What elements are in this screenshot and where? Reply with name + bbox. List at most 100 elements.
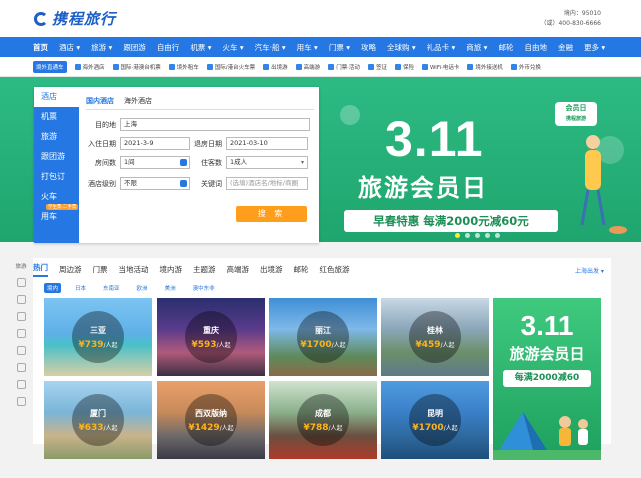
guests-select[interactable]: 1成人 ▾ <box>226 156 308 169</box>
hero-banner-art[interactable]: 会员日 携程旅游 3.11 旅游会员日 早春特惠 每满2000元减60元 <box>330 90 630 240</box>
subnav-intl-train[interactable]: 国际/港台火车票 <box>206 63 255 71</box>
region-oceania-me-africa[interactable]: 澳中东非 <box>190 283 218 293</box>
carousel-dot[interactable] <box>465 233 470 238</box>
member-day-ad[interactable]: 3.11 旅游会员日 每满2000减60 <box>493 298 601 460</box>
subnav-car-rental[interactable]: 境外租车 <box>168 63 199 71</box>
destination-name: 三亚 <box>90 326 106 335</box>
tab-group-tour[interactable]: 跟团游 <box>34 147 79 167</box>
tab-package[interactable]: 打包订 <box>34 167 79 187</box>
car-icon[interactable] <box>16 312 26 321</box>
search-panel: 酒店 机票 旅游 跟团游 打包订 火车 用车 学生票·二手票 国内酒店 海外酒店… <box>34 87 319 243</box>
nav-train[interactable]: 火车 ▾ <box>222 42 243 53</box>
carousel-dot[interactable] <box>495 233 500 238</box>
checkout-input[interactable]: 2021-03-10 <box>226 137 308 150</box>
camera-icon[interactable] <box>16 363 26 372</box>
destination-input[interactable]: 上海 <box>120 118 310 131</box>
subnav-outbound-tour[interactable]: 出境游 <box>263 63 288 71</box>
tab-car[interactable]: 用车 <box>34 207 79 227</box>
subnav-wifi[interactable]: WiFi·电话卡 <box>421 63 459 71</box>
location-icon[interactable] <box>16 329 26 338</box>
region-europe[interactable]: 欧洲 <box>134 283 151 293</box>
tab-hot[interactable]: 热门 <box>33 262 48 277</box>
nav-free-travel[interactable]: 自由行 <box>157 42 180 53</box>
banner-title: 旅游会员日 <box>358 174 488 202</box>
grid-icon[interactable] <box>16 380 26 389</box>
nav-group-tour[interactable]: 跟团游 <box>123 42 146 53</box>
subnav-overseas-hotel[interactable]: 海外酒店 <box>74 63 105 71</box>
destination-card[interactable]: 西双版纳 ¥1429/人起 <box>157 381 265 459</box>
tab-premium[interactable]: 高端游 <box>227 264 250 275</box>
suitcase-icon[interactable] <box>16 397 26 406</box>
nav-car[interactable]: 用车 ▾ <box>297 42 318 53</box>
checkin-input[interactable]: 2021-3-9 <box>120 137 190 150</box>
destination-card[interactable]: 昆明 ¥1700/人起 <box>381 381 489 459</box>
rooms-select[interactable]: 1间 <box>120 156 190 169</box>
tab-outbound[interactable]: 出境游 <box>260 264 283 275</box>
region-japan[interactable]: 日本 <box>72 283 89 293</box>
carousel-dot[interactable] <box>455 233 460 238</box>
top-header: 携程旅行 境内：95010 （或）400-830-6666 <box>0 0 641 37</box>
dropdown-arrow-icon <box>180 159 187 166</box>
tab-flights[interactable]: 机票 <box>34 107 79 127</box>
rooms-label: 房间数 <box>95 158 116 167</box>
ticket-icon <box>328 63 335 70</box>
tab-domestic-hotel[interactable]: 国内酒店 <box>86 96 114 106</box>
nav-free-place[interactable]: 自由地 <box>524 42 547 53</box>
tab-tickets[interactable]: 门票 <box>93 264 108 275</box>
nav-home[interactable]: 首页 <box>33 42 48 53</box>
destination-card[interactable]: 三亚 ¥739/人起 <box>44 298 152 376</box>
tab-theme[interactable]: 主题游 <box>193 264 216 275</box>
subnav-currency[interactable]: 外币兑换 <box>510 63 541 71</box>
subnav-airport-transfer[interactable]: 境外接送机 <box>467 63 503 71</box>
region-domestic[interactable]: 境内 <box>44 283 62 293</box>
guests-label: 住客数 <box>201 158 222 167</box>
nav-guides[interactable]: 攻略 <box>361 42 376 53</box>
sidebar-label: 旅游 <box>15 264 27 270</box>
plane-icon[interactable] <box>16 295 26 304</box>
destination-card[interactable]: 厦门 ¥633/人起 <box>44 381 152 459</box>
tab-travel[interactable]: 旅游 <box>34 127 79 147</box>
nav-global-shop[interactable]: 全球购 ▾ <box>387 42 416 53</box>
carousel-dot[interactable] <box>485 233 490 238</box>
keyword-input[interactable]: (选填)酒店名/地标/商圈 <box>226 177 308 190</box>
plane-icon <box>112 63 119 70</box>
destination-card[interactable]: 桂林 ¥459/人起 <box>381 298 489 376</box>
subnav-tickets[interactable]: 门票·活动 <box>328 63 360 71</box>
subnav-visa[interactable]: 签证 <box>367 63 387 71</box>
hotel-icon[interactable] <box>16 278 26 287</box>
train-student-badge: 学生票·二手票 <box>46 204 79 210</box>
nav-gift-card[interactable]: 礼品卡 ▾ <box>427 42 456 53</box>
tab-cruise[interactable]: 邮轮 <box>294 264 309 275</box>
tab-red-tourism[interactable]: 红色旅游 <box>320 264 350 275</box>
bag-icon[interactable] <box>16 346 26 355</box>
tab-local-activities[interactable]: 当地活动 <box>119 264 149 275</box>
shield-icon <box>394 63 401 70</box>
nav-flights[interactable]: 机票 ▾ <box>190 42 211 53</box>
chevron-down-icon: ▾ <box>300 159 304 166</box>
nav-finance[interactable]: 金融 <box>558 42 573 53</box>
tab-overseas-hotel[interactable]: 海外酒店 <box>124 96 152 106</box>
tab-nearby[interactable]: 周边游 <box>59 264 82 275</box>
nav-more[interactable]: 更多 ▾ <box>584 42 605 53</box>
destination-card[interactable]: 丽江 ¥1700/人起 <box>269 298 377 376</box>
nav-cruise[interactable]: 邮轮 <box>498 42 513 53</box>
search-button[interactable]: 搜 索 <box>236 206 307 222</box>
nav-business[interactable]: 商旅 ▾ <box>466 42 487 53</box>
destination-card[interactable]: 重庆 ¥593/人起 <box>157 298 265 376</box>
departure-city-select[interactable]: 上海出发 ▾ <box>575 266 604 275</box>
subnav-intl-flights[interactable]: 国际·港澳台机票 <box>112 63 161 71</box>
carousel-dot[interactable] <box>475 233 480 238</box>
nav-tickets[interactable]: 门票 ▾ <box>329 42 350 53</box>
tab-domestic[interactable]: 境内游 <box>160 264 183 275</box>
subnav-insurance[interactable]: 保险 <box>394 63 414 71</box>
destination-card[interactable]: 成都 ¥788/人起 <box>269 381 377 459</box>
hotel-level-select[interactable]: 不限 <box>120 177 190 190</box>
region-americas[interactable]: 美洲 <box>162 283 179 293</box>
nav-travel[interactable]: 旅游 ▾ <box>91 42 112 53</box>
subnav-premium-tour[interactable]: 高端游 <box>295 63 320 71</box>
nav-bus-ship[interactable]: 汽车·船 ▾ <box>255 42 286 53</box>
ctrip-logo[interactable]: 携程旅行 <box>34 8 116 29</box>
region-southeast-asia[interactable]: 东南亚 <box>100 283 123 293</box>
nav-hotel[interactable]: 酒店 ▾ <box>59 42 80 53</box>
tab-hotel[interactable]: 酒店 <box>34 87 79 107</box>
